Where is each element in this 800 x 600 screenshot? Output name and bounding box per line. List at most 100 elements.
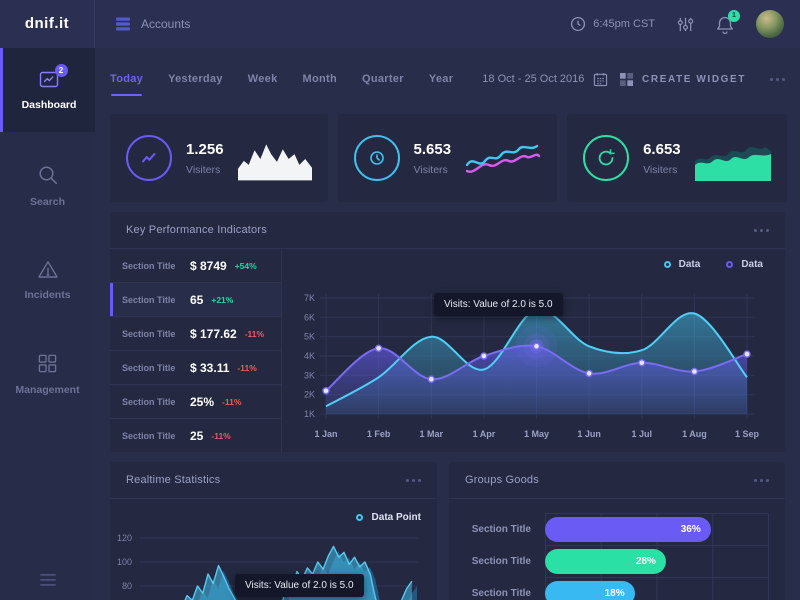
stat-card-visitors-2[interactable]: 5.653 Visiters — [338, 114, 558, 202]
bar-row: Section Title 28% — [449, 545, 769, 577]
time-display: 6:45pm CST — [570, 16, 655, 32]
legend-item-data-purple[interactable]: Data — [726, 259, 763, 270]
sidebar-item-incidents[interactable]: Incidents — [0, 240, 95, 320]
kpi-row[interactable]: Section Title $ 8749 +54% — [110, 249, 281, 283]
stat-value: 6.653 — [643, 141, 681, 158]
svg-text:80: 80 — [122, 581, 132, 591]
svg-text:5K: 5K — [304, 332, 315, 342]
kpi-panel-title: Key Performance Indicators — [126, 224, 267, 236]
svg-text:100: 100 — [117, 557, 132, 567]
tab-year[interactable]: Year — [429, 65, 453, 93]
dashboard-badge: 2 — [55, 64, 68, 77]
groups-goods-panel: Groups Goods Section Title 36% Section T… — [449, 462, 785, 600]
legend-item-data-cyan[interactable]: Data — [664, 259, 701, 270]
kpi-delta: -11% — [222, 397, 241, 407]
kpi-delta: -11% — [245, 329, 264, 339]
svg-text:120: 120 — [117, 533, 132, 543]
accounts-icon — [115, 16, 131, 32]
stat-label: Visiters — [414, 164, 452, 176]
kpi-row[interactable]: Section Title $ 33.11 -11% — [110, 351, 281, 385]
tab-quarter[interactable]: Quarter — [362, 65, 404, 93]
time-filter-toolbar: Today Yesterday Week Month Quarter Year … — [110, 48, 785, 110]
stat-label: Visiters — [186, 164, 224, 176]
kpi-delta: +54% — [235, 261, 257, 271]
app-logo[interactable]: dnif.it — [0, 0, 95, 48]
mini-area-chart-white — [238, 135, 312, 181]
progress-bar[interactable]: 28% — [545, 549, 666, 574]
sidebar-collapse-icon[interactable] — [0, 574, 95, 586]
sidebar: 2 Dashboard Search Incidents Management — [0, 48, 95, 600]
main-content: Today Yesterday Week Month Quarter Year … — [95, 48, 800, 600]
kpi-chart-legend: Data Data — [664, 259, 763, 270]
topbar-section-label[interactable]: Accounts — [141, 17, 190, 31]
legend-marker-icon — [356, 514, 363, 521]
svg-text:6K: 6K — [304, 312, 315, 322]
toolbar-menu-icon[interactable] — [770, 78, 785, 81]
notification-badge: 1 — [728, 10, 740, 22]
kpi-delta: +21% — [211, 295, 233, 305]
tab-month[interactable]: Month — [303, 65, 337, 93]
realtime-legend: Data Point — [110, 499, 437, 525]
create-widget-button[interactable]: CREATE WIDGET — [620, 73, 746, 86]
clock-icon — [570, 16, 586, 32]
kpi-row-active[interactable]: Section Title 65 +21% — [110, 283, 281, 317]
svg-text:1 Jun: 1 Jun — [577, 429, 601, 439]
clock-icon — [354, 135, 400, 181]
chart-tooltip: Visits: Value of 2.0 is 5.0 — [434, 293, 563, 316]
kpi-metric-list: Section Title $ 8749 +54% Section Title … — [110, 249, 282, 452]
progress-bar[interactable]: 36% — [545, 517, 711, 542]
stat-value: 1.256 — [186, 141, 224, 158]
incidents-icon — [37, 259, 59, 279]
kpi-chart-area: Data Data Visits: Value of 2.0 is 5.0 — [282, 249, 785, 452]
groups-menu-icon[interactable] — [754, 479, 769, 482]
legend-marker-icon — [726, 261, 733, 268]
realtime-menu-icon[interactable] — [406, 479, 421, 482]
dashboard-icon: 2 — [39, 70, 60, 89]
groups-panel-title: Groups Goods — [465, 474, 539, 486]
chart-tooltip: Visits: Value of 2.0 is 5.0 — [235, 574, 364, 597]
svg-text:4K: 4K — [304, 351, 315, 361]
topbar: dnif.it Accounts 6:45pm CST 1 — [0, 0, 800, 48]
date-range-picker[interactable]: 18 Oct - 25 Oct 2016 — [482, 72, 608, 87]
stat-card-visitors-3[interactable]: 6.653 Visiters — [567, 114, 787, 202]
notifications-bell-icon[interactable]: 1 — [716, 15, 734, 34]
sidebar-item-management[interactable]: Management — [0, 334, 95, 414]
svg-text:1 Mar: 1 Mar — [420, 429, 444, 439]
sidebar-item-dashboard[interactable]: 2 Dashboard — [0, 48, 95, 132]
mini-area-chart-green — [695, 135, 771, 181]
svg-text:1 Jan: 1 Jan — [314, 429, 337, 439]
stat-cards-row: 1.256 Visiters 5.653 Visiters — [110, 114, 785, 202]
kpi-row[interactable]: Section Title 25% -11% — [110, 385, 281, 419]
svg-text:1 May: 1 May — [524, 429, 549, 439]
svg-text:1 Sep: 1 Sep — [735, 429, 760, 439]
refresh-icon — [583, 135, 629, 181]
bar-row: Section Title 18% — [449, 577, 769, 600]
tab-week[interactable]: Week — [248, 65, 278, 93]
kpi-delta: -11% — [237, 363, 256, 373]
kpi-row[interactable]: Section Title $ 177.62 -11% — [110, 317, 281, 351]
management-icon — [37, 353, 58, 374]
search-icon — [37, 164, 59, 186]
bar-row: Section Title 36% — [449, 513, 769, 545]
svg-text:7K: 7K — [304, 293, 315, 303]
stat-label: Visiters — [643, 164, 681, 176]
progress-bar[interactable]: 18% — [545, 581, 635, 600]
sidebar-item-search[interactable]: Search — [0, 146, 95, 226]
svg-text:1 Apr: 1 Apr — [473, 429, 496, 439]
widget-grid-icon — [620, 73, 633, 86]
groups-bar-chart: Section Title 36% Section Title 28% Sect… — [449, 513, 769, 600]
kpi-row[interactable]: Section Title 25 -11% — [110, 419, 281, 452]
filters-icon[interactable] — [677, 16, 694, 33]
tab-today[interactable]: Today — [110, 65, 143, 93]
stat-card-visitors-1[interactable]: 1.256 Visiters — [110, 114, 328, 202]
svg-text:2K: 2K — [304, 390, 315, 400]
stat-value: 5.653 — [414, 141, 452, 158]
kpi-menu-icon[interactable] — [754, 229, 769, 232]
kpi-panel: Key Performance Indicators Section Title… — [110, 212, 785, 452]
svg-text:1K: 1K — [304, 409, 315, 419]
svg-text:1 Feb: 1 Feb — [367, 429, 391, 439]
svg-text:1 Jul: 1 Jul — [632, 429, 653, 439]
tab-yesterday[interactable]: Yesterday — [168, 65, 223, 93]
mini-line-chart — [465, 135, 541, 181]
avatar[interactable] — [756, 10, 784, 38]
